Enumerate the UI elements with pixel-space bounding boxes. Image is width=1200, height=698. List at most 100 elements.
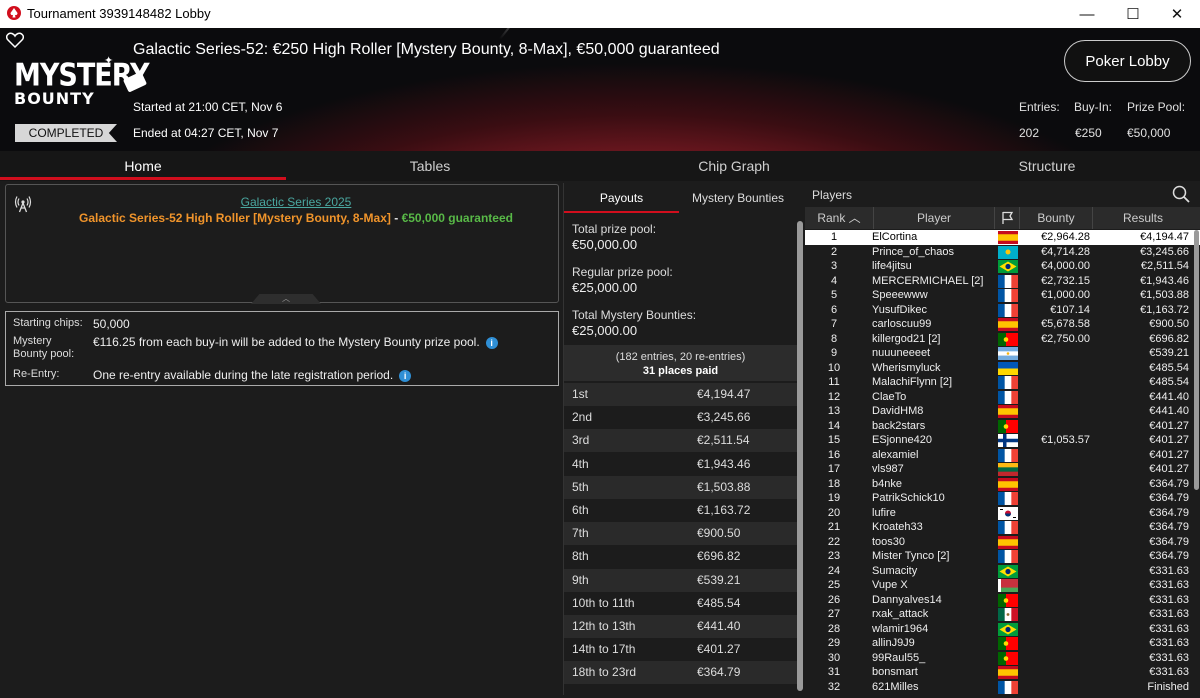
payout-row: 5th €1,503.88 xyxy=(564,475,797,499)
info-icon[interactable]: i xyxy=(485,336,498,349)
payout-amount: €900.50 xyxy=(697,526,741,541)
player-row[interactable]: 31 bonsmart €331.63 xyxy=(805,665,1200,680)
country-flag-icon xyxy=(998,506,1018,520)
tab-home[interactable]: Home xyxy=(0,151,286,181)
player-row[interactable]: 10 Wherismyluck €485.54 xyxy=(805,361,1200,376)
payouts-panel: Payouts Mystery Bounties Total prize poo… xyxy=(563,183,803,695)
player-row[interactable]: 6 YusufDikec €107.14 €1,163.72 xyxy=(805,303,1200,318)
player-row[interactable]: 30 99Raul55_ €331.63 xyxy=(805,651,1200,666)
tournament-info-box: Galactic Series 2025 Galactic Series-52 … xyxy=(5,184,559,304)
players-scrollbar[interactable] xyxy=(1194,230,1199,490)
country-flag-icon xyxy=(998,564,1018,578)
player-rank: 15 xyxy=(827,434,841,446)
info-icon[interactable]: i xyxy=(399,369,412,382)
tab-chip-graph[interactable]: Chip Graph xyxy=(574,151,894,181)
player-row[interactable]: 23 Mister Tynco [2] €364.79 xyxy=(805,549,1200,564)
players-header: Players xyxy=(805,183,1200,207)
player-row[interactable]: 7 carloscuu99 €5,678.58 €900.50 xyxy=(805,317,1200,332)
player-rank: 29 xyxy=(827,637,841,649)
country-flag-icon xyxy=(998,245,1018,259)
player-row[interactable]: 28 wlamir1964 €331.63 xyxy=(805,622,1200,637)
end-time: Ended at 04:27 CET, Nov 7 xyxy=(133,126,279,140)
player-row[interactable]: 13 DavidHM8 €441.40 xyxy=(805,404,1200,419)
player-row[interactable]: 17 vls987 €401.27 xyxy=(805,462,1200,477)
start-time: Started at 21:00 CET, Nov 6 xyxy=(133,100,283,114)
player-rank: 24 xyxy=(827,564,841,577)
rank-column-header[interactable]: Rank ︿ xyxy=(805,207,873,229)
player-result: €1,163.72 xyxy=(1140,303,1189,316)
country-flag-icon xyxy=(998,405,1018,418)
player-row[interactable]: 27 rxak_attack €331.63 xyxy=(805,607,1200,622)
collapse-toggle[interactable]: ︿ xyxy=(251,294,321,304)
player-row[interactable]: 26 Dannyalves14 €331.63 xyxy=(805,593,1200,608)
payout-amount: €4,194.47 xyxy=(697,387,751,401)
player-row[interactable]: 16 alexamiel €401.27 xyxy=(805,448,1200,463)
player-result: €331.63 xyxy=(1149,593,1189,606)
player-row[interactable]: 4 MERCERMICHAEL [2] €2,732.15 €1,943.46 xyxy=(805,274,1200,289)
player-row[interactable]: 25 Vupe X €331.63 xyxy=(805,578,1200,593)
player-row[interactable]: 29 allinJ9J9 €331.63 xyxy=(805,636,1200,651)
poker-lobby-button[interactable]: Poker Lobby xyxy=(1064,40,1191,82)
payouts-scrollbar[interactable] xyxy=(797,221,803,691)
player-bounty: €1,053.57 xyxy=(1041,434,1090,446)
player-result: €696.82 xyxy=(1149,332,1189,345)
close-button[interactable]: ✕ xyxy=(1154,0,1200,28)
starting-chips-label: Starting chips: xyxy=(13,317,83,329)
player-column-header[interactable]: Player xyxy=(874,207,994,229)
player-rank: 7 xyxy=(830,318,838,330)
player-row[interactable]: 1 ElCortina €2,964.28 €4,194.47 xyxy=(805,230,1200,245)
player-row[interactable]: 3 life4jitsu €4,000.00 €2,511.54 xyxy=(805,259,1200,274)
bounty-column-header[interactable]: Bounty xyxy=(1020,207,1092,229)
player-row[interactable]: 8 killergod21 [2] €2,750.00 €696.82 xyxy=(805,332,1200,347)
player-result: €485.54 xyxy=(1149,376,1189,388)
player-row[interactable]: 5 Speeewww €1,000.00 €1,503.88 xyxy=(805,288,1200,303)
main-tabs: Home Tables Chip Graph Structure xyxy=(0,151,1200,181)
payout-row: 14th to 17th €401.27 xyxy=(564,638,797,661)
total-prize-pool: Total prize pool: €50,000.00 xyxy=(572,222,657,252)
player-row[interactable]: 19 PatrikSchick10 €364.79 xyxy=(805,491,1200,506)
player-row[interactable]: 20 lufire €364.79 xyxy=(805,506,1200,521)
player-row[interactable]: 12 ClaeTo €441.40 xyxy=(805,390,1200,405)
player-row[interactable]: 24 Sumacity €331.63 xyxy=(805,564,1200,579)
player-row[interactable]: 22 toos30 €364.79 xyxy=(805,535,1200,550)
favorite-heart-icon[interactable] xyxy=(6,32,24,48)
player-row[interactable]: 21 Kroateh33 €364.79 xyxy=(805,520,1200,535)
payout-row: 4th €1,943.46 xyxy=(564,453,797,476)
player-row[interactable]: 18 b4nke €364.79 xyxy=(805,477,1200,492)
player-rank: 31 xyxy=(827,666,841,678)
country-flag-icon xyxy=(998,390,1019,404)
player-name: allinJ9J9 xyxy=(872,637,915,649)
minimize-button[interactable]: — xyxy=(1064,0,1110,28)
payout-place: 8th xyxy=(572,549,589,564)
player-name: back2stars xyxy=(872,419,926,432)
player-name: ClaeTo xyxy=(872,390,907,403)
player-row[interactable]: 9 nuuuneeeet €539.21 xyxy=(805,346,1200,361)
results-column-header[interactable]: Results xyxy=(1093,207,1193,229)
series-link[interactable]: Galactic Series 2025 xyxy=(6,195,586,209)
player-result: €485.54 xyxy=(1149,361,1189,374)
player-row[interactable]: 2 Prince_of_chaos €4,714.28 €3,245.66 xyxy=(805,245,1200,260)
player-rank: 22 xyxy=(827,535,841,548)
player-row[interactable]: 15 ESjonne420 €1,053.57 €401.27 xyxy=(805,433,1200,448)
player-rank: 1 xyxy=(830,231,838,243)
tab-payouts[interactable]: Payouts xyxy=(564,183,679,213)
tab-mystery-bounties[interactable]: Mystery Bounties xyxy=(679,183,797,213)
player-result: €4,194.47 xyxy=(1140,231,1189,243)
player-row[interactable]: 11 MalachiFlynn [2] €485.54 xyxy=(805,375,1200,390)
player-result: €331.63 xyxy=(1149,637,1189,649)
country-flag-column[interactable] xyxy=(995,207,1019,229)
payout-place: 7th xyxy=(572,526,589,541)
player-row[interactable]: 32 621Milles Finished xyxy=(805,680,1200,695)
player-result: €331.63 xyxy=(1149,622,1189,635)
tab-tables[interactable]: Tables xyxy=(286,151,574,181)
payout-row: 9th €539.21 xyxy=(564,568,797,592)
tab-structure[interactable]: Structure xyxy=(894,151,1200,181)
player-row[interactable]: 14 back2stars €401.27 xyxy=(805,419,1200,434)
prize-pool-label: Prize Pool: xyxy=(1127,100,1186,114)
search-icon[interactable] xyxy=(1172,185,1190,203)
maximize-button[interactable]: ☐ xyxy=(1110,0,1156,28)
country-flag-icon xyxy=(998,550,1019,563)
country-flag-icon xyxy=(998,463,1018,477)
reentry-label: Re-Entry: xyxy=(13,368,60,380)
player-rank: 30 xyxy=(827,651,841,664)
